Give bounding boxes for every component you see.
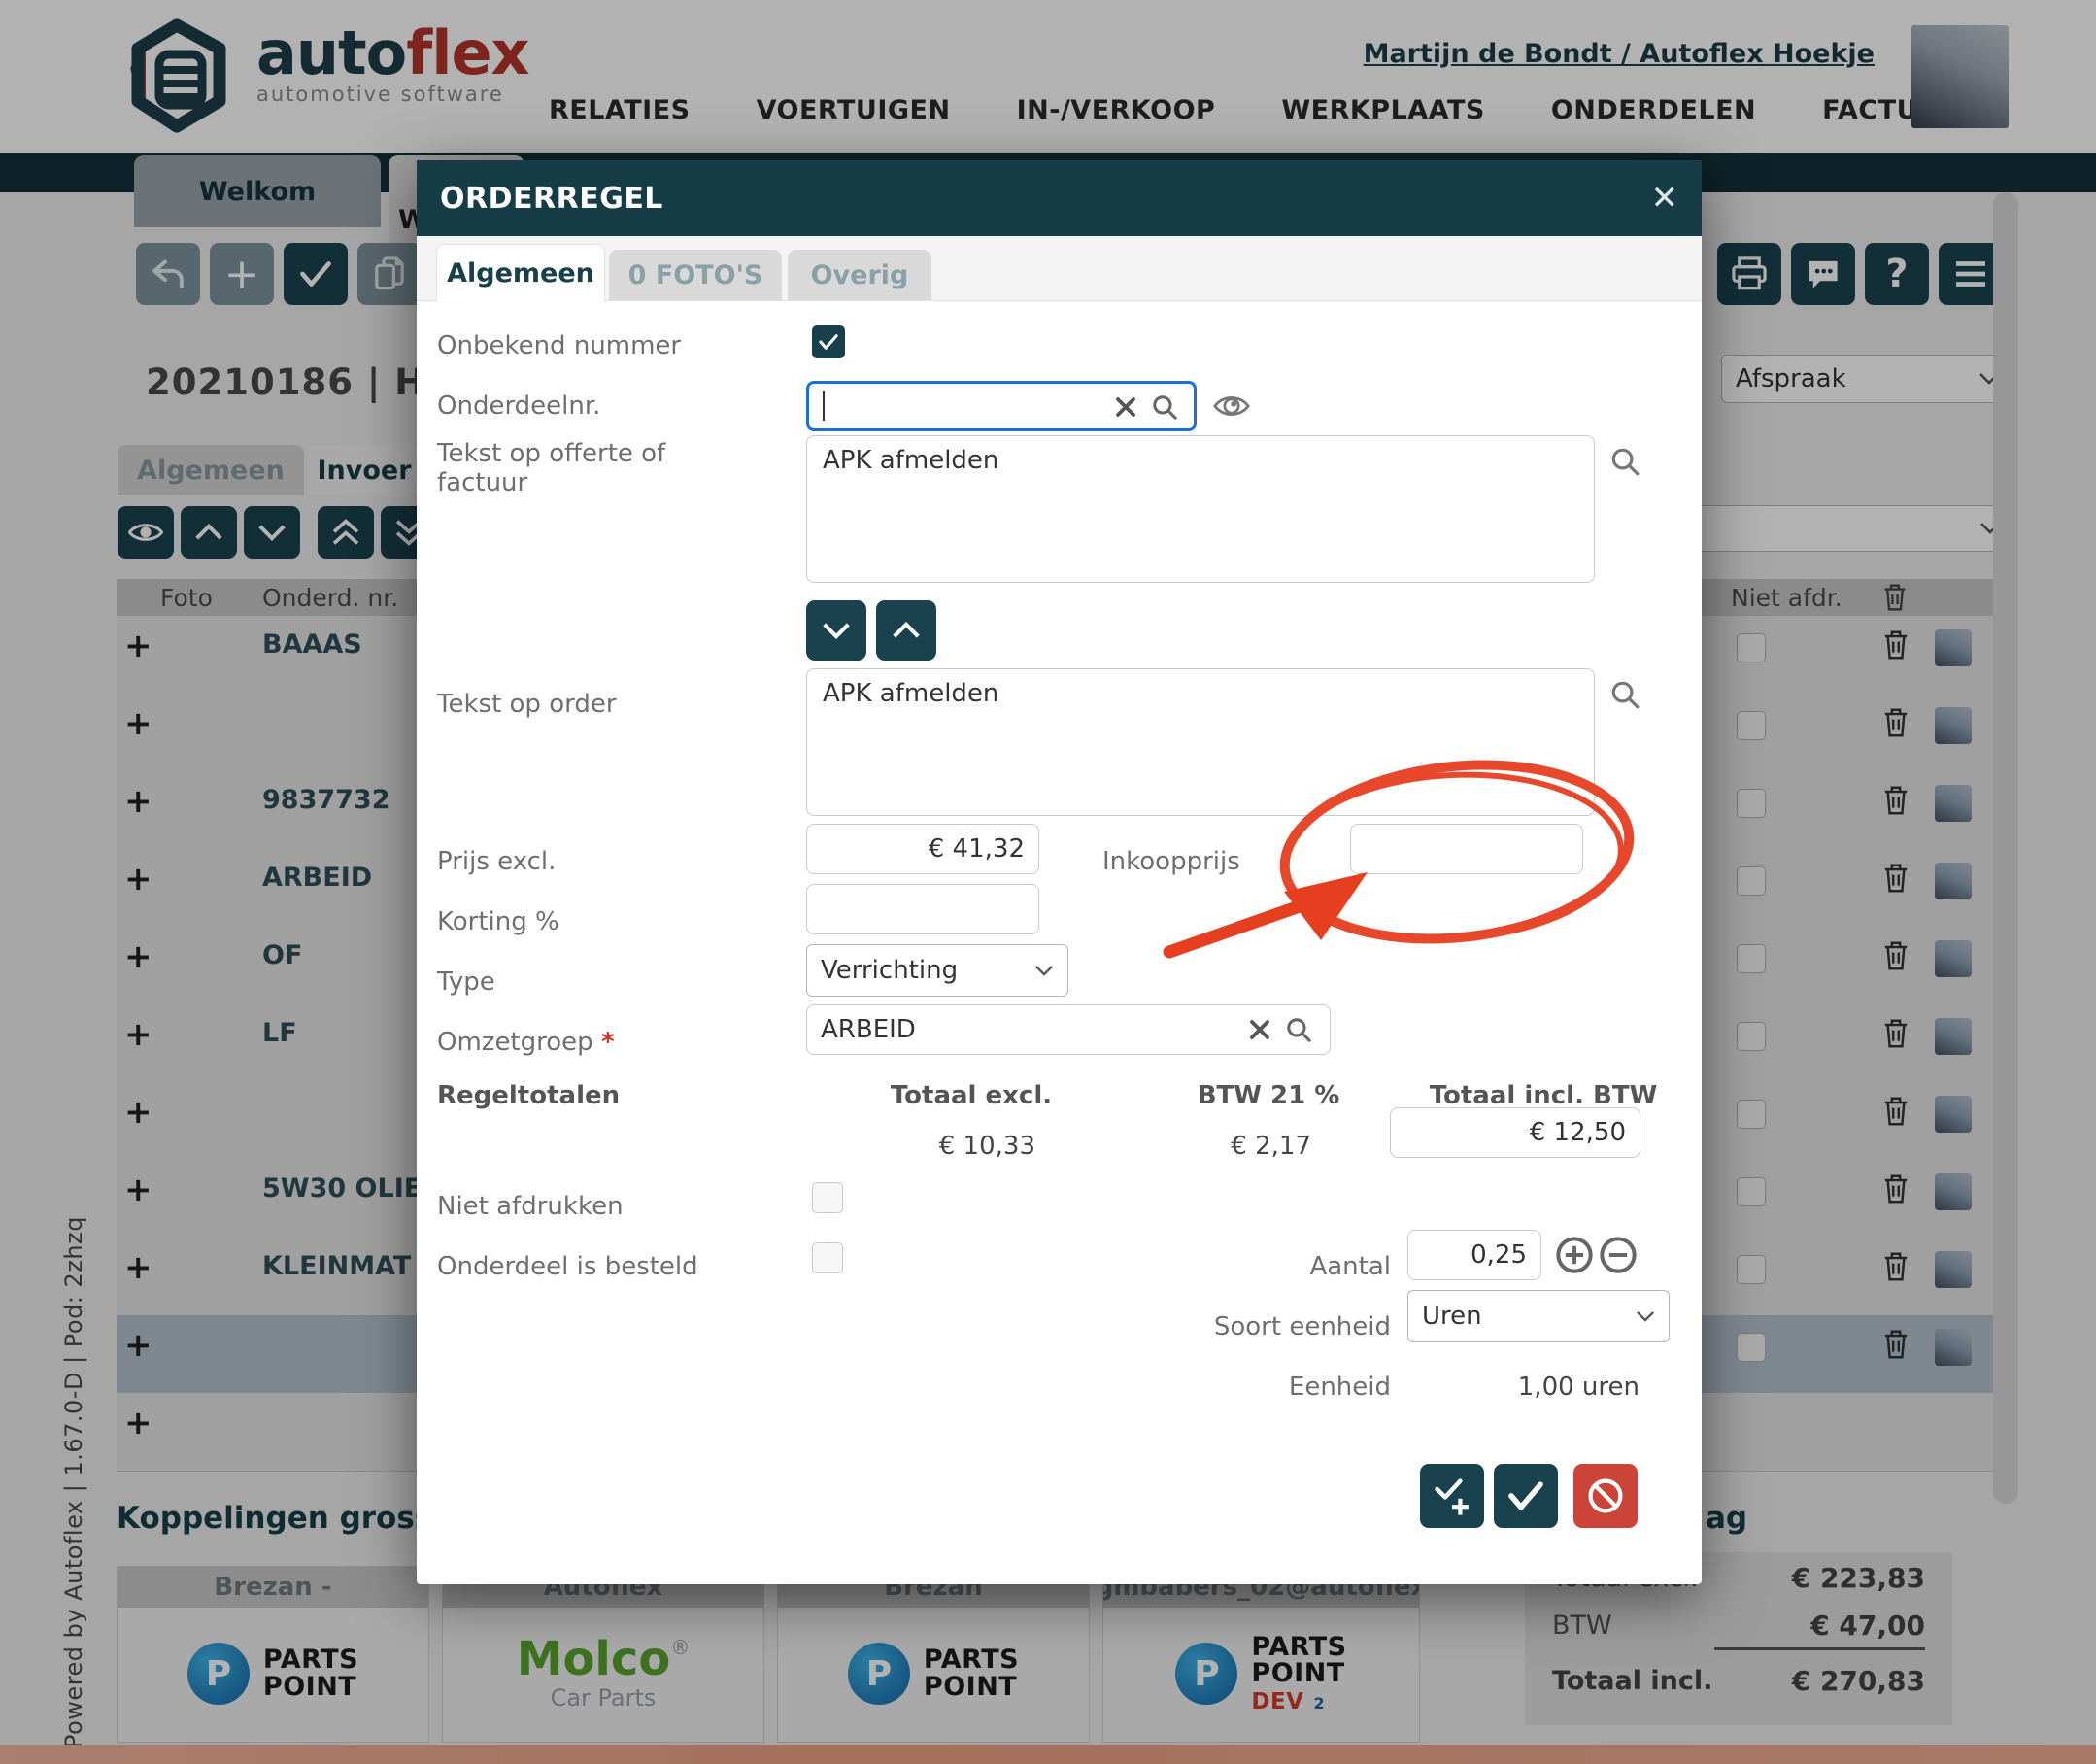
save-and-new-button[interactable] bbox=[1420, 1464, 1484, 1528]
inkoopprijs-input[interactable] bbox=[1350, 824, 1583, 874]
text-move-down-button[interactable] bbox=[806, 600, 866, 661]
omzetgroep-input[interactable]: ARBEID bbox=[806, 1004, 1331, 1055]
onderdeel-besteld-checkbox[interactable] bbox=[812, 1242, 843, 1273]
eenheid-value: 1,00 uren bbox=[1445, 1373, 1640, 1402]
modal-title: ORDERREGEL bbox=[440, 182, 663, 216]
omzetgroep-value: ARBEID bbox=[821, 1015, 916, 1044]
soort-eenheid-value: Uren bbox=[1422, 1302, 1482, 1331]
tekst-order-textarea[interactable]: APK afmelden bbox=[806, 668, 1595, 816]
no-entry-icon bbox=[1585, 1476, 1626, 1516]
modal-tab-overig[interactable]: Overig bbox=[788, 250, 931, 300]
modal-tab-fotos[interactable]: 0 FOTO'S bbox=[609, 250, 782, 300]
btw-header: BTW 21 % bbox=[1171, 1081, 1366, 1110]
aantal-label: Aantal bbox=[1197, 1252, 1391, 1281]
text-caret bbox=[823, 391, 825, 421]
search-icon[interactable] bbox=[1609, 446, 1640, 477]
type-label: Type bbox=[437, 967, 495, 997]
totaal-incl-header: Totaal incl. BTW bbox=[1427, 1081, 1660, 1110]
check-icon bbox=[1506, 1479, 1545, 1512]
text-move-up-button[interactable] bbox=[876, 600, 936, 661]
chevron-up-icon bbox=[892, 622, 921, 639]
omzetgroep-label: Omzetgroep * bbox=[437, 1028, 615, 1057]
chevron-down-icon bbox=[1636, 1310, 1655, 1323]
eye-icon[interactable] bbox=[1212, 390, 1251, 423]
tekst-order-label: Tekst op order bbox=[437, 690, 617, 719]
cancel-button[interactable] bbox=[1573, 1464, 1638, 1528]
app-root: autoflex automotive software RELATIES VO… bbox=[0, 0, 2096, 1764]
niet-afdrukken-label: Niet afdrukken bbox=[437, 1192, 624, 1221]
modal-tab-label: Overig bbox=[811, 260, 909, 290]
btw-value: € 2,17 bbox=[1117, 1132, 1311, 1161]
modal-tab-label: Algemeen bbox=[447, 258, 594, 288]
check-plus-icon bbox=[1432, 1476, 1472, 1516]
inkoopprijs-label: Inkoopprijs bbox=[1102, 847, 1240, 876]
clear-x-icon[interactable] bbox=[1248, 1018, 1271, 1041]
search-icon[interactable] bbox=[1151, 393, 1178, 421]
onderdeelnr-input[interactable] bbox=[806, 381, 1197, 431]
close-icon[interactable]: ✕ bbox=[1651, 182, 1679, 215]
korting-input[interactable] bbox=[806, 884, 1039, 934]
soort-eenheid-label: Soort eenheid bbox=[1197, 1312, 1391, 1341]
minus-circle-icon[interactable] bbox=[1599, 1236, 1638, 1274]
onderdeelnr-label: Onderdeelnr. bbox=[437, 391, 600, 421]
modal-tab-algemeen[interactable]: Algemeen bbox=[436, 244, 605, 302]
onbekend-nummer-checkbox[interactable] bbox=[812, 325, 845, 358]
chevron-down-icon bbox=[1034, 965, 1054, 977]
totaal-excl-value: € 10,33 bbox=[841, 1132, 1035, 1161]
modal-header: ORDERREGEL ✕ bbox=[417, 160, 1702, 236]
tekst-offerte-textarea[interactable]: APK afmelden bbox=[806, 435, 1595, 583]
aantal-input[interactable] bbox=[1407, 1230, 1541, 1280]
save-button[interactable] bbox=[1494, 1464, 1558, 1528]
clear-x-icon[interactable] bbox=[1114, 395, 1137, 419]
eenheid-label: Eenheid bbox=[1197, 1373, 1391, 1402]
totaal-incl-input[interactable] bbox=[1390, 1107, 1640, 1158]
prijs-excl-label: Prijs excl. bbox=[437, 847, 556, 876]
tekst-offerte-label: Tekst op offerte of factuur bbox=[437, 439, 709, 497]
onderdeel-besteld-label: Onderdeel is besteld bbox=[437, 1252, 698, 1281]
chevron-down-icon bbox=[822, 622, 851, 639]
required-asterisk: * bbox=[601, 1028, 615, 1057]
korting-label: Korting % bbox=[437, 907, 559, 936]
check-icon bbox=[818, 333, 839, 351]
onbekend-nummer-label: Onbekend nummer bbox=[437, 331, 681, 360]
plus-circle-icon[interactable] bbox=[1555, 1236, 1594, 1274]
totaal-excl-header: Totaal excl. bbox=[874, 1081, 1068, 1110]
prijs-excl-input[interactable] bbox=[806, 824, 1039, 874]
search-icon[interactable] bbox=[1285, 1016, 1312, 1043]
modal-tab-label: 0 FOTO'S bbox=[628, 260, 763, 290]
orderregel-modal: ORDERREGEL ✕ Algemeen 0 FOTO'S Overig On… bbox=[417, 160, 1702, 1584]
type-select[interactable]: Verrichting bbox=[806, 944, 1068, 997]
soort-eenheid-select[interactable]: Uren bbox=[1407, 1290, 1670, 1342]
search-icon[interactable] bbox=[1609, 679, 1640, 710]
niet-afdrukken-checkbox[interactable] bbox=[812, 1182, 843, 1213]
regeltotalen-label: Regeltotalen bbox=[437, 1081, 620, 1110]
type-select-value: Verrichting bbox=[821, 956, 958, 985]
